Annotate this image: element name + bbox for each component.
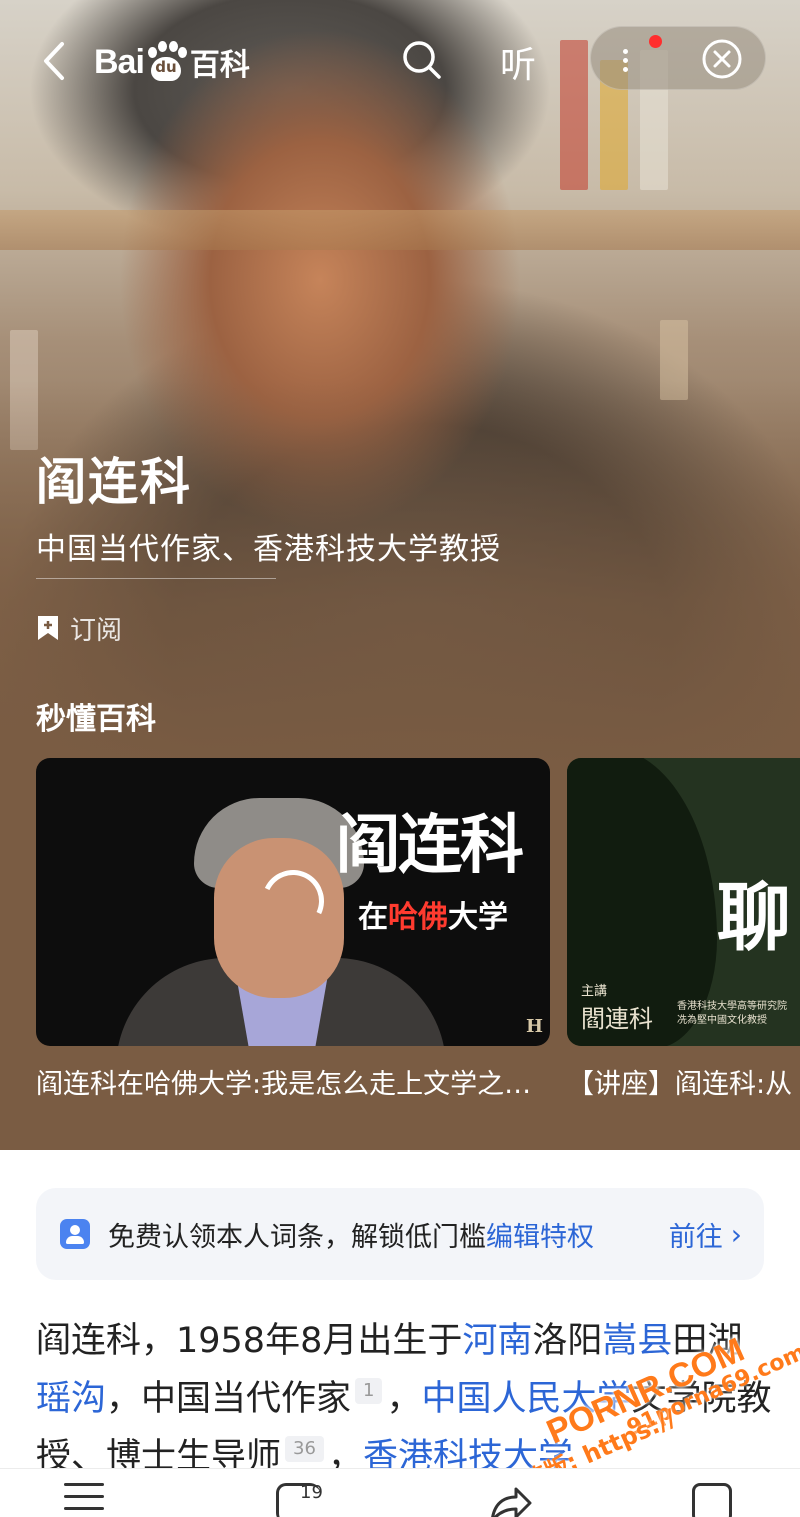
baidu-baike-logo[interactable]: Bai du 百科 bbox=[94, 38, 250, 86]
back-button[interactable] bbox=[36, 38, 76, 84]
share-button[interactable] bbox=[488, 1483, 532, 1517]
thumb-credit: 主講 閻連科 香港科技大學高等研究院 冼為堅中國文化教授 bbox=[581, 984, 787, 1033]
close-button[interactable] bbox=[701, 38, 743, 80]
thumb-title: 阎连科 bbox=[336, 809, 524, 883]
catalog-button[interactable] bbox=[64, 1483, 104, 1517]
reference-badge[interactable]: 36 bbox=[285, 1436, 324, 1462]
video-caption: 阎连科在哈佛大学:我是怎么走上文学之路的 bbox=[36, 1069, 536, 1100]
paw-icon: du bbox=[145, 41, 187, 83]
mini-program-capsule bbox=[590, 26, 766, 90]
chevron-left-icon bbox=[44, 42, 64, 80]
video-caption: 【讲座】阎连科:从 bbox=[567, 1069, 793, 1100]
entry-title: 阎连科 bbox=[36, 453, 192, 511]
bookmark-plus-icon bbox=[38, 616, 58, 640]
subscribe-button[interactable]: 订阅 bbox=[36, 608, 122, 648]
edit-button[interactable] bbox=[692, 1483, 732, 1517]
subscribe-label: 订阅 bbox=[70, 615, 123, 646]
dot bbox=[623, 58, 628, 63]
reference-badge[interactable]: 1 bbox=[355, 1378, 383, 1404]
thumb-subtitle: 在哈佛大学 bbox=[358, 900, 508, 935]
notification-dot bbox=[649, 35, 662, 48]
claim-go-button[interactable]: 前往 › bbox=[669, 1188, 742, 1280]
thumb-title: 聊 bbox=[717, 875, 791, 961]
bookshelf bbox=[0, 210, 800, 250]
share-icon bbox=[491, 1487, 532, 1517]
logo-text-du: du bbox=[155, 58, 177, 76]
video-card[interactable]: 聊 主講 閻連科 香港科技大學高等研究院 冼為堅中國文化教授 【讲座】阎连科:从 bbox=[567, 758, 800, 1101]
hero-banner: Bai du 百科 听 阎连科 中国当代作家、香港科技大学教授 订阅 秒懂百科 … bbox=[0, 0, 800, 1150]
close-circle-icon bbox=[702, 39, 742, 79]
more-button[interactable] bbox=[611, 43, 639, 77]
logo-text-baike: 百科 bbox=[189, 48, 250, 83]
search-button[interactable] bbox=[400, 38, 444, 82]
entry-summary: 阎连科，1958年8月出生于河南洛阳嵩县田湖瑶沟，中国当代作家 1 ，中国人民大学文… bbox=[36, 1321, 772, 1477]
listen-button[interactable]: 听 bbox=[500, 36, 536, 88]
chevron-right-icon: › bbox=[730, 1217, 742, 1251]
bottom-toolbar bbox=[0, 1468, 800, 1517]
top-bar: Bai du 百科 听 bbox=[0, 0, 800, 120]
search-icon bbox=[403, 41, 441, 79]
claim-entry-banner[interactable]: 免费认领本人词条，解锁低门槛编辑特权 前往 › bbox=[36, 1188, 764, 1280]
logo-text-bai: Bai bbox=[94, 42, 145, 81]
dot bbox=[623, 67, 628, 72]
dot bbox=[623, 49, 628, 54]
link-henan[interactable]: 河南 bbox=[462, 1321, 532, 1361]
link-renmin-university[interactable]: 中国人民大学 bbox=[422, 1379, 632, 1419]
entry-subtitle: 中国当代作家、香港科技大学教授 bbox=[36, 532, 501, 567]
video-card[interactable]: 阎连科 在哈佛大学 H 阎连科在哈佛大学:我是怎么走上文学之路的 bbox=[36, 758, 550, 1101]
menu-icon bbox=[64, 1483, 104, 1486]
thumb-mark: H bbox=[526, 1016, 544, 1037]
video-thumbnail: 聊 主講 閻連科 香港科技大學高等研究院 冼為堅中國文化教授 bbox=[567, 758, 800, 1046]
claim-text: 免费认领本人词条，解锁低门槛编辑特权 bbox=[108, 1221, 594, 1253]
divider bbox=[36, 578, 276, 579]
comment-count: 19 bbox=[300, 1482, 323, 1503]
link-songxian[interactable]: 嵩县 bbox=[602, 1321, 672, 1361]
person-icon bbox=[60, 1219, 90, 1249]
link-yaogou[interactable]: 瑶沟 bbox=[36, 1379, 106, 1419]
section-title-videos: 秒懂百科 bbox=[36, 702, 156, 737]
video-thumbnail: 阎连科 在哈佛大学 H bbox=[36, 758, 550, 1046]
